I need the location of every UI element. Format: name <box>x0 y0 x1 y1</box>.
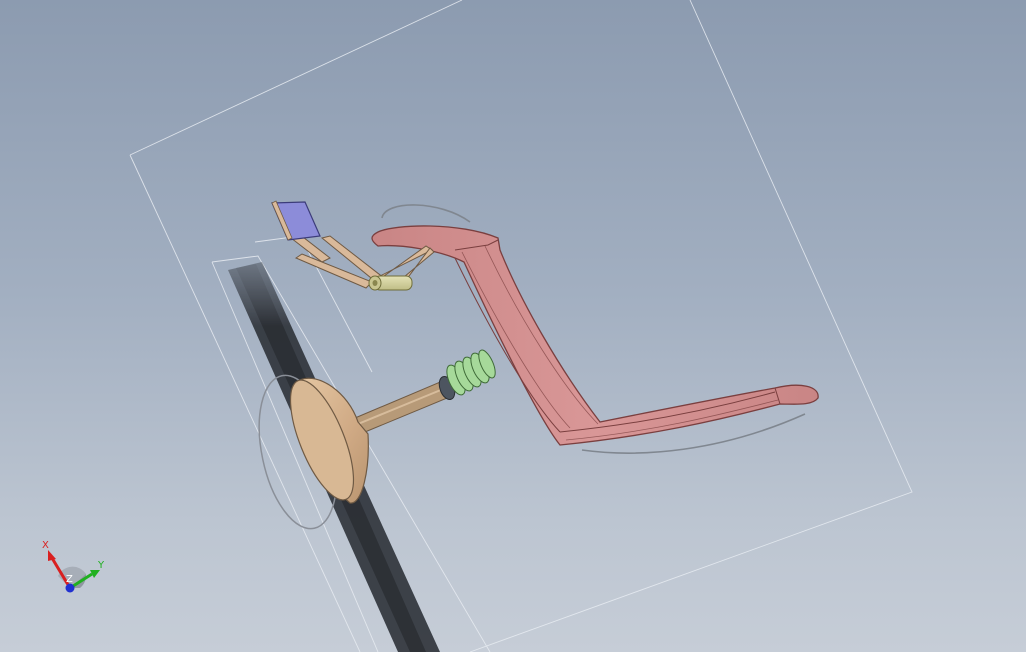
coordinate-triad[interactable]: X Y Z <box>30 530 120 610</box>
valve-head[interactable] <box>278 372 369 507</box>
roller[interactable] <box>368 275 413 291</box>
front-plane <box>129 0 463 156</box>
graphics-viewport[interactable]: X Y Z <box>0 0 1026 652</box>
x-axis-label: X <box>42 540 49 551</box>
z-axis-label: Z <box>66 574 73 585</box>
model-scene[interactable] <box>0 0 1026 652</box>
y-axis-label: Y <box>97 560 105 571</box>
rocker-arm[interactable] <box>371 225 819 446</box>
valve-stem[interactable] <box>354 379 453 433</box>
pad[interactable] <box>271 200 321 241</box>
